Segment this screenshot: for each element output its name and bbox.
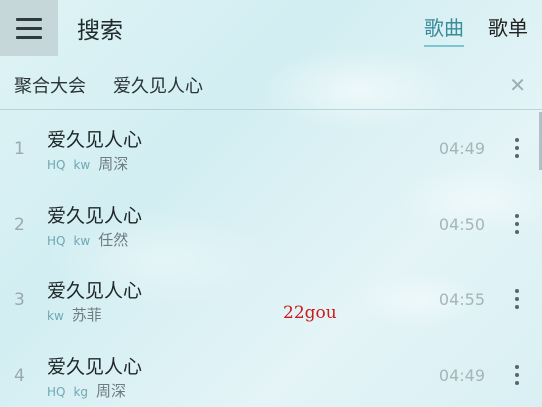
item-index: 3 bbox=[14, 290, 25, 310]
tab-songs[interactable]: 歌曲 bbox=[424, 12, 464, 47]
tab-playlists[interactable]: 歌单 bbox=[488, 12, 528, 47]
hamburger-menu-icon[interactable] bbox=[0, 0, 58, 56]
more-vertical-icon[interactable] bbox=[514, 213, 520, 234]
list-item[interactable]: 1 爱久见人心 HQ kw 周深 04:49 bbox=[0, 111, 542, 187]
artist-name: 周深 bbox=[96, 381, 127, 400]
song-duration: 04:55 bbox=[438, 290, 485, 309]
source-tag: kg bbox=[73, 384, 89, 399]
close-icon[interactable]: ✕ bbox=[509, 73, 526, 97]
page-title: 搜索 bbox=[77, 18, 123, 44]
list-item[interactable]: 3 爱久见人心 kw 苏菲 04:55 bbox=[0, 262, 542, 338]
source-tag: kw bbox=[47, 309, 64, 323]
song-title: 爱久见人心 bbox=[47, 204, 143, 227]
song-duration: 04:49 bbox=[438, 365, 485, 385]
search-bar: 聚合大会 爱久见人心 ✕ bbox=[0, 60, 542, 110]
song-duration: 04:50 bbox=[438, 214, 485, 234]
song-meta: HQ kg 周深 bbox=[47, 380, 126, 401]
source-selector[interactable]: 聚合大会 bbox=[14, 72, 86, 98]
song-title: 爱久见人心 bbox=[47, 129, 143, 151]
quality-tag: HQ bbox=[47, 384, 66, 399]
song-meta: HQ kw 周深 bbox=[47, 153, 128, 174]
results-list: 1 爱久见人心 HQ kw 周深 04:49 2 爱久见人心 HQ kw 任然 … bbox=[0, 111, 542, 407]
item-index: 2 bbox=[14, 214, 25, 235]
song-title: 爱久见人心 bbox=[47, 280, 143, 302]
more-vertical-icon[interactable] bbox=[514, 138, 520, 158]
artist-name: 苏菲 bbox=[71, 306, 102, 324]
list-item[interactable]: 4 爱久见人心 HQ kg 周深 04:49 bbox=[0, 338, 542, 407]
quality-tag: HQ bbox=[47, 158, 66, 172]
source-tag: kw bbox=[73, 158, 91, 172]
artist-name: 任然 bbox=[98, 230, 129, 249]
search-query[interactable]: 爱久见人心 bbox=[113, 72, 203, 98]
watermark-text: 22gou bbox=[283, 303, 337, 323]
item-index: 1 bbox=[14, 139, 25, 159]
source-tag: kw bbox=[73, 233, 91, 248]
more-vertical-icon[interactable] bbox=[514, 364, 520, 385]
artist-name: 周深 bbox=[98, 155, 129, 173]
song-meta: kw 苏菲 bbox=[47, 304, 102, 325]
item-index: 4 bbox=[14, 365, 25, 386]
song-meta: HQ kw 任然 bbox=[47, 229, 128, 250]
song-title: 爱久见人心 bbox=[47, 355, 143, 378]
song-duration: 04:49 bbox=[438, 139, 485, 158]
list-item[interactable]: 2 爱久见人心 HQ kw 任然 04:50 bbox=[0, 187, 542, 263]
top-bar: 搜索 歌曲 歌单 bbox=[0, 0, 542, 56]
quality-tag: HQ bbox=[47, 233, 66, 248]
more-vertical-icon[interactable] bbox=[514, 289, 520, 309]
tab-bar: 歌曲 歌单 bbox=[424, 12, 528, 47]
